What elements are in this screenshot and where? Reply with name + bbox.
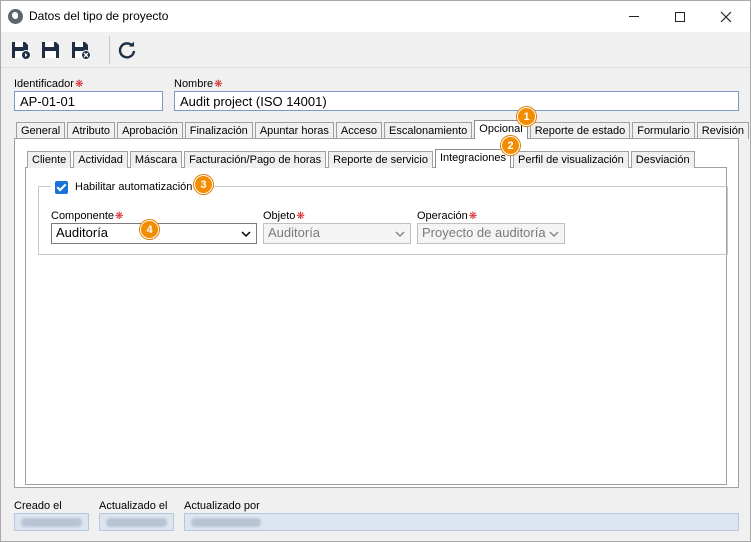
tab-reporte-de-servicio[interactable]: Reporte de servicio — [328, 151, 433, 168]
chevron-down-icon — [549, 231, 559, 238]
operation-select[interactable]: Proyecto de auditoría — [417, 223, 565, 244]
callout-badge: 2 — [501, 136, 520, 155]
tab-reporte-de-estado[interactable]: Reporte de estado — [529, 122, 631, 139]
refresh-button[interactable] — [114, 38, 140, 62]
close-icon — [720, 11, 732, 22]
id-field[interactable]: AP-01-01 — [14, 91, 163, 111]
tab-formulario[interactable]: Formulario — [632, 122, 695, 139]
close-button[interactable] — [703, 1, 749, 32]
save-new-button[interactable] — [8, 38, 34, 62]
save-close-icon — [72, 42, 91, 60]
maximize-button[interactable] — [657, 1, 703, 32]
required-icon: ❋ — [296, 211, 305, 222]
tab-desviacion[interactable]: Desviación — [630, 151, 695, 168]
tab-general[interactable]: General — [16, 122, 66, 139]
name-label: Nombre❋ — [174, 78, 223, 90]
title-bar: Datos del tipo de proyecto — [1, 1, 750, 32]
updated-label: Actualizado el — [99, 500, 168, 512]
save-close-button[interactable] — [68, 38, 94, 62]
required-icon: ❋ — [214, 79, 223, 90]
maximize-icon — [675, 11, 685, 22]
tab-facturacion[interactable]: Facturación/Pago de horas — [184, 151, 327, 168]
tab-mascara[interactable]: Máscara — [129, 151, 183, 168]
save-new-icon — [12, 42, 31, 60]
automation-group — [38, 186, 728, 255]
tab-atributo[interactable]: Atributo — [67, 122, 116, 139]
tab-perfil-de-visualizacion[interactable]: Perfil de visualización — [513, 151, 629, 168]
tab-cliente[interactable]: Cliente — [27, 151, 72, 168]
window-title: Datos del tipo de proyecto — [29, 9, 169, 23]
object-value: Auditoría — [268, 225, 321, 240]
tab-integraciones[interactable]: Integraciones — [434, 149, 511, 168]
redacted-value — [106, 518, 167, 527]
chevron-down-icon — [241, 231, 251, 238]
chevron-down-icon — [395, 231, 405, 238]
tab-actividad[interactable]: Actividad — [73, 151, 128, 168]
redacted-value — [21, 518, 82, 527]
name-field[interactable]: Audit project (ISO 14001) — [174, 91, 739, 111]
refresh-icon — [118, 41, 136, 59]
updated-field — [99, 513, 174, 531]
created-field — [14, 513, 89, 531]
operation-label: Operación❋ — [417, 210, 478, 222]
created-label: Creado el — [14, 500, 62, 512]
tab-aprobacion[interactable]: Aprobación — [117, 122, 183, 139]
redacted-value — [191, 518, 261, 527]
tab-apuntar-horas[interactable]: Apuntar horas — [254, 122, 334, 139]
toolbar — [1, 32, 750, 68]
tab-escalonamiento[interactable]: Escalonamiento — [384, 122, 473, 139]
object-select[interactable]: Auditoría — [263, 223, 411, 244]
save-icon — [42, 42, 59, 58]
updated-by-label: Actualizado por — [184, 500, 260, 512]
globe-icon — [8, 9, 23, 24]
component-value: Auditoría — [56, 225, 109, 240]
required-icon: ❋ — [468, 211, 478, 222]
callout-badge: 4 — [140, 220, 159, 239]
dialog-window: Datos del tipo de proyecto Identificador… — [0, 0, 751, 542]
tab-finalizacion[interactable]: Finalización — [184, 122, 253, 139]
save-button[interactable] — [38, 38, 64, 62]
operation-value: Proyecto de auditoría — [422, 225, 546, 240]
updated-by-field — [184, 513, 739, 531]
automation-legend: Habilitar automatización — [51, 178, 197, 196]
object-label: Objeto❋ — [263, 210, 305, 222]
minimize-button[interactable] — [611, 1, 657, 32]
minimize-icon — [629, 16, 639, 17]
tab-acceso[interactable]: Acceso — [335, 122, 382, 139]
required-icon: ❋ — [115, 211, 124, 222]
id-label: Identificador❋ — [14, 78, 84, 90]
enable-automation-checkbox[interactable] — [55, 180, 68, 194]
enable-automation-label: Habilitar automatización — [75, 181, 193, 193]
callout-badge: 1 — [517, 107, 536, 126]
tab-revision[interactable]: Revisión — [696, 122, 749, 139]
sub-tabs: Cliente Actividad Máscara Facturación/Pa… — [27, 149, 697, 168]
toolbar-separator — [109, 36, 110, 64]
required-icon: ❋ — [74, 79, 84, 90]
callout-badge: 3 — [194, 175, 213, 194]
main-tabs: General Atributo Aprobación Finalización… — [16, 120, 751, 139]
component-label: Componente❋ — [51, 210, 124, 222]
